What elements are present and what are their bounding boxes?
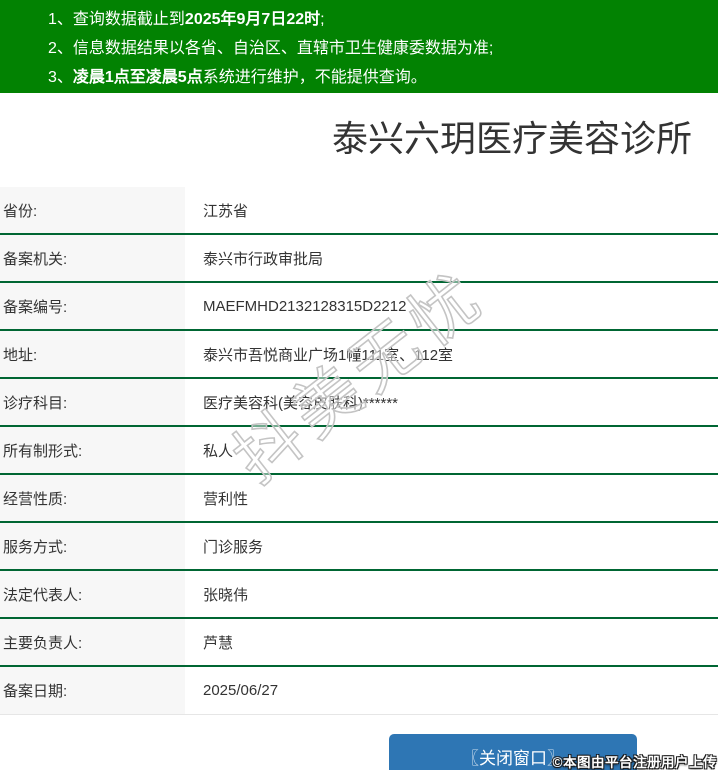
row-value: 医疗美容科(美容皮肤科)****** [203,394,399,412]
page: 1、查询数据截止到2025年9月7日22时; 2、信息数据结果以各省、自治区、直… [0,0,718,770]
row-label: 备案机关: [0,235,185,281]
notice-banner: 1、查询数据截止到2025年9月7日22时; 2、信息数据结果以各省、自治区、直… [0,0,718,93]
notice-line-2: 2、信息数据结果以各省、自治区、直辖市卫生健康委数据为准; [0,34,718,63]
row-value: 泰兴市行政审批局 [203,250,324,268]
row-value: 2025/06/27 [203,682,279,699]
table-row-principal-person: 主要负责人: 芦慧 [0,619,718,667]
table-row-ownership-form: 所有制形式: 私人 [0,427,718,475]
notice-text: ; [320,11,325,28]
row-label: 备案日期: [0,667,185,714]
row-label: 诊疗科目: [0,379,185,425]
table-row-legal-representative: 法定代表人: 张晓伟 [0,571,718,619]
notice-line-1: 1、查询数据截止到2025年9月7日22时; [0,5,718,34]
row-value: MAEFMHD2132128315D2212 [203,297,407,315]
row-label: 备案编号: [0,283,185,329]
row-value: 泰兴市吾悦商业广场1幢111室、112室 [203,346,454,364]
table-row-address: 地址: 泰兴市吾悦商业广场1幢111室、112室 [0,331,718,379]
row-label: 经营性质: [0,475,185,521]
page-title: 泰兴六玥医疗美容诊所 [331,118,692,159]
table-row-filing-date: 备案日期: 2025/06/27 [0,667,718,715]
notice-number: 1、 [48,11,73,28]
notice-line-3: 3、凌晨1点至凌晨5点系统进行维护，不能提供查询。 [0,63,718,92]
notice-text: 信息数据结果以各省、自治区、直辖市卫生健康委数据为准; [72,40,494,57]
notice-number: 3、 [48,69,73,86]
row-value: 私人 [203,442,234,460]
notice-number: 2、 [48,40,73,57]
row-value: 张晓伟 [203,586,249,604]
row-value: 江苏省 [203,202,249,220]
notice-text-bold: 2025年9月7日22时 [184,11,321,28]
row-label: 省份: [0,187,185,233]
row-label: 地址: [0,331,185,377]
notice-text-bold: 凌晨1点至凌晨5点 [72,69,203,86]
table-row-business-nature: 经营性质: 营利性 [0,475,718,523]
table-row-filing-number: 备案编号: MAEFMHD2132128315D2212 [0,283,718,331]
table-row-filing-authority: 备案机关: 泰兴市行政审批局 [0,235,718,283]
row-value: 营利性 [203,490,249,508]
row-label: 法定代表人: [0,571,185,617]
record-table: 省份: 江苏省 备案机关: 泰兴市行政审批局 备案编号: MAEFMHD2132… [0,187,718,715]
row-value: 门诊服务 [203,538,264,556]
table-row-clinical-departments: 诊疗科目: 医疗美容科(美容皮肤科)****** [0,379,718,427]
row-label: 主要负责人: [0,619,185,665]
notice-text: 系统进行维护，不能提供查询。 [202,69,427,86]
upload-credit-caption: ©本图由平台注册用户上传 [552,755,717,770]
table-row-province: 省份: 江苏省 [0,187,718,235]
table-row-service-mode: 服务方式: 门诊服务 [0,523,718,571]
row-label: 服务方式: [0,523,185,569]
notice-text: 查询数据截止到 [72,11,185,28]
row-label: 所有制形式: [0,427,185,473]
row-value: 芦慧 [203,634,234,652]
title-area: 泰兴六玥医疗美容诊所 [0,93,718,187]
